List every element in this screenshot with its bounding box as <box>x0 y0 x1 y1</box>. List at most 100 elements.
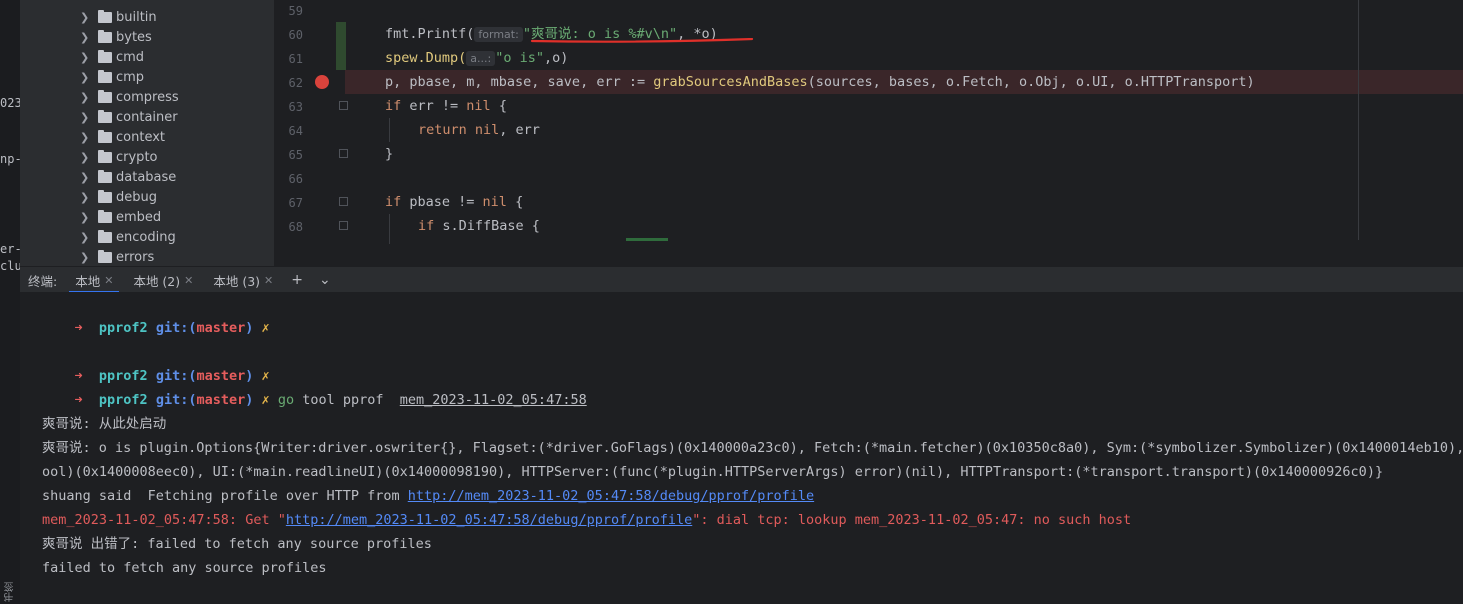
code-line-61[interactable]: spew.Dump(a...: "o is",o) <box>385 46 568 70</box>
chevron-right-icon[interactable]: ❯ <box>80 71 94 84</box>
fold-icon[interactable] <box>339 221 348 230</box>
code-line-63[interactable]: if err != nil { <box>385 94 507 118</box>
code-token: p, pbase, m, mbase, save, err := <box>385 74 654 90</box>
chevron-right-icon[interactable]: ❯ <box>80 251 94 264</box>
folder-icon <box>98 109 112 123</box>
output-link[interactable]: http://mem_2023-11-02_05:47:58/debug/ppr… <box>286 512 692 528</box>
chevron-right-icon[interactable]: ❯ <box>80 51 94 64</box>
tree-item[interactable]: ❯ debug <box>80 187 157 207</box>
chevron-right-icon[interactable]: ❯ <box>80 131 94 144</box>
tree-item-label: cmp <box>116 69 145 85</box>
right-margin-guide <box>1358 0 1359 240</box>
fold-icon[interactable] <box>339 149 348 158</box>
tree-item[interactable]: ❯ encoding <box>80 227 176 247</box>
chevron-right-icon[interactable]: ❯ <box>80 171 94 184</box>
code-line-64[interactable]: return nil, err <box>418 118 540 142</box>
tree-item[interactable]: ❯ bytes <box>80 27 152 47</box>
tree-item[interactable]: ❯ embed <box>80 207 161 227</box>
terminal-output[interactable]: ➜ pprof2 git:(master) ✗ ➜ pprof2 git:(ma… <box>20 292 1463 604</box>
prompt-line: ➜ pprof2 git:(master) ✗ <box>42 340 270 384</box>
tree-item-label: cmd <box>116 49 145 65</box>
string-literal: "o is" <box>495 50 544 66</box>
tree-item-label: database <box>116 169 177 185</box>
tree-item-label: debug <box>116 189 157 205</box>
code-editor[interactable]: 59 60 61 62 63 64 65 66 67 68 fmt.Printf(format: "… <box>275 0 1463 266</box>
bookmarks-tool-label[interactable]: 书签 <box>3 582 18 602</box>
tree-item[interactable]: ❯ cmp <box>80 67 144 87</box>
fold-icon[interactable] <box>339 197 348 206</box>
keyword: nil <box>482 194 507 210</box>
vcs-modified-bar <box>336 22 346 70</box>
code-line-68[interactable]: if s.DiffBase { <box>418 214 540 238</box>
chevron-right-icon[interactable]: ❯ <box>80 11 94 24</box>
code-line-65[interactable]: } <box>385 142 393 166</box>
keyword: return <box>418 122 467 138</box>
code-token: } <box>385 146 394 162</box>
command-file-arg[interactable]: mem_2023-11-02_05:47:58 <box>400 392 587 408</box>
close-icon[interactable]: ✕ <box>264 274 273 287</box>
folder-icon <box>98 169 112 183</box>
keyword: if <box>385 194 402 210</box>
left-tool-strip: 023 np- er- clu 书签 <box>0 0 20 604</box>
chevron-right-icon[interactable]: ❯ <box>80 191 94 204</box>
chevron-right-icon[interactable]: ❯ <box>80 211 94 224</box>
output-line: 爽哥说: 从此处启动 <box>42 416 167 432</box>
tree-item[interactable]: ❯ errors <box>80 247 154 266</box>
tab-local[interactable]: 本地 ✕ <box>65 267 123 293</box>
editor-gutter[interactable]: 59 60 61 62 63 64 65 66 67 68 <box>275 0 348 266</box>
breakpoint-icon[interactable] <box>315 75 329 89</box>
tree-item-label: container <box>116 109 178 125</box>
tree-item[interactable]: ❯ container <box>80 107 178 127</box>
output-text: ": dial tcp: lookup mem_2023-11-02_05:47… <box>692 512 1132 528</box>
tree-item[interactable]: ❯ compress <box>80 87 179 107</box>
tree-item[interactable]: ❯ builtin <box>80 7 157 27</box>
folder-icon <box>98 229 112 243</box>
code-token: { <box>490 98 507 114</box>
code-token: err != <box>401 98 467 114</box>
command-args: tool pprof <box>294 392 400 408</box>
close-icon[interactable]: ✕ <box>104 274 113 287</box>
code-token: , err <box>499 122 540 138</box>
tree-item[interactable]: ❯ crypto <box>80 147 158 167</box>
output-text: shuang said Fetching profile over HTTP f… <box>42 488 408 504</box>
prompt-dir: pprof2 <box>98 392 148 408</box>
line-number: 68 <box>288 220 303 234</box>
output-link[interactable]: http://mem_2023-11-02_05:47:58/debug/ppr… <box>408 488 814 504</box>
folder-icon <box>98 9 112 23</box>
add-tab-button[interactable]: + <box>283 272 311 288</box>
code-line-67[interactable]: if pbase != nil { <box>385 190 523 214</box>
command: go <box>277 392 295 408</box>
clipped-text: np- <box>0 152 20 166</box>
chevron-down-icon[interactable]: ⌄ <box>311 272 339 288</box>
chevron-right-icon[interactable]: ❯ <box>80 151 94 164</box>
tab-local-3[interactable]: 本地 (3) ✕ <box>203 267 283 293</box>
chevron-right-icon[interactable]: ❯ <box>80 91 94 104</box>
tree-item-label: builtin <box>116 9 157 25</box>
project-tree[interactable]: ❯ builtin ❯ bytes ❯ cmd ❯ cmp ❯ compress ❯ containe… <box>20 0 275 266</box>
output-line: ool)(0x1400008eec0), UI:(*main.readlineU… <box>42 464 1384 480</box>
param-hint: a...: <box>466 51 496 66</box>
chevron-right-icon[interactable]: ❯ <box>80 111 94 124</box>
prompt-git: git:( <box>155 320 197 336</box>
tab-local-2[interactable]: 本地 (2) ✕ <box>123 267 203 293</box>
tree-item-label: crypto <box>116 149 158 165</box>
chevron-right-icon[interactable]: ❯ <box>80 231 94 244</box>
fold-icon[interactable] <box>339 101 348 110</box>
code-token: pbase != <box>401 194 483 210</box>
tree-item-label: bytes <box>116 29 152 45</box>
error-line: mem_2023-11-02_05:47:58: Get "http://mem… <box>42 508 1131 532</box>
chevron-right-icon[interactable]: ❯ <box>80 31 94 44</box>
terminal-label: 终端: <box>28 273 58 289</box>
tree-item[interactable]: ❯ context <box>80 127 165 147</box>
close-icon[interactable]: ✕ <box>184 274 193 287</box>
tree-item-label: compress <box>116 89 179 105</box>
code-line-62[interactable]: p, pbase, m, mbase, save, err := grabSou… <box>385 70 1255 94</box>
tree-item[interactable]: ❯ cmd <box>80 47 144 67</box>
prompt-dir: pprof2 <box>98 320 148 336</box>
tree-item-label: errors <box>116 249 155 265</box>
output-line: shuang said Fetching profile over HTTP f… <box>42 484 814 508</box>
prompt-git: ) <box>245 392 254 408</box>
line-number: 62 <box>288 76 303 90</box>
prompt-arrow-icon: ➜ <box>74 392 83 408</box>
tree-item[interactable]: ❯ database <box>80 167 176 187</box>
